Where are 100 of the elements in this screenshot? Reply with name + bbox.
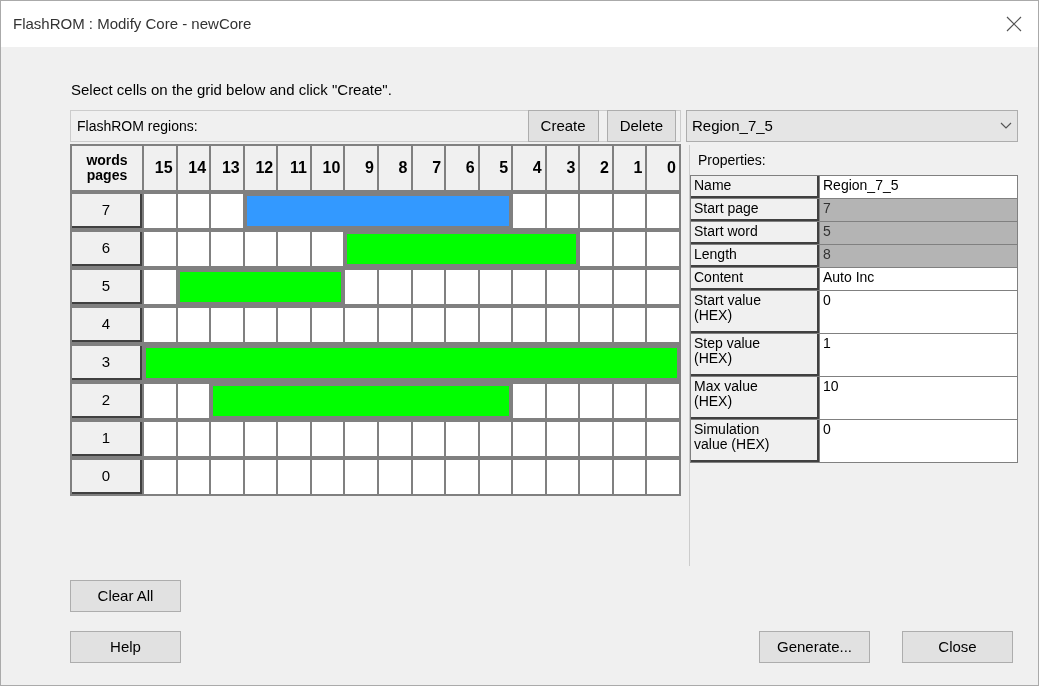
grid-cell[interactable] (177, 194, 210, 228)
grid-cell[interactable] (177, 384, 210, 418)
grid-cell[interactable] (144, 194, 176, 228)
page-row-button[interactable]: 1 (72, 422, 142, 456)
grid-cell[interactable] (244, 232, 277, 266)
grid-cell[interactable] (613, 422, 646, 456)
region-bar-cell[interactable] (179, 272, 212, 302)
grid-cell[interactable] (412, 308, 445, 342)
grid-cell[interactable] (378, 270, 411, 304)
grid-cell[interactable] (278, 460, 310, 494)
grid-cell[interactable] (513, 270, 545, 304)
grid-cell[interactable] (446, 270, 478, 304)
grid-cell[interactable] (378, 422, 411, 456)
grid-cell[interactable] (513, 384, 545, 418)
grid-cell[interactable] (580, 422, 612, 456)
grid-cell[interactable] (177, 308, 210, 342)
page-row-button[interactable]: 6 (72, 232, 142, 266)
grid-cell[interactable] (412, 270, 445, 304)
grid-cell[interactable] (647, 384, 679, 418)
region-bar-cell[interactable] (647, 348, 677, 378)
grid-cell[interactable] (412, 460, 445, 494)
grid-cell[interactable] (144, 270, 176, 304)
grid-cell[interactable] (278, 232, 310, 266)
grid-cell[interactable] (378, 460, 411, 494)
property-value[interactable]: 1 (820, 334, 1017, 376)
grid-cell[interactable] (479, 308, 512, 342)
page-row-button[interactable]: 2 (72, 384, 142, 418)
region-bar-cell[interactable] (146, 348, 178, 378)
grid-cell[interactable] (244, 460, 277, 494)
grid-cell[interactable] (211, 232, 243, 266)
grid-cell[interactable] (479, 422, 512, 456)
grid-cell[interactable] (613, 270, 646, 304)
grid-cell[interactable] (144, 384, 176, 418)
region-bar-cell[interactable] (479, 196, 510, 226)
grid-cell[interactable] (345, 270, 377, 304)
close-icon[interactable] (1006, 16, 1022, 32)
footer-button[interactable]: Close (902, 631, 1013, 663)
grid-cell[interactable] (211, 422, 243, 456)
grid-cell[interactable] (546, 422, 579, 456)
grid-cell[interactable] (513, 460, 545, 494)
grid-cell[interactable] (580, 308, 612, 342)
grid-cell[interactable] (345, 460, 377, 494)
help-button[interactable]: Help (70, 631, 181, 663)
region-bar-cell[interactable] (246, 196, 279, 226)
grid-cell[interactable] (345, 308, 377, 342)
grid-cell[interactable] (647, 460, 679, 494)
grid-cell[interactable] (177, 460, 210, 494)
grid-cell[interactable] (177, 422, 210, 456)
grid-cell[interactable] (446, 308, 478, 342)
grid-cell[interactable] (479, 270, 512, 304)
property-value[interactable]: 0 (820, 420, 1017, 462)
grid-cell[interactable] (211, 308, 243, 342)
grid-cell[interactable] (647, 422, 679, 456)
grid-cell[interactable] (144, 308, 176, 342)
grid-cell[interactable] (613, 460, 646, 494)
region-bar-cell[interactable] (479, 386, 510, 416)
grid-cell[interactable] (546, 384, 579, 418)
property-value[interactable]: 0 (820, 291, 1017, 333)
grid-cell[interactable] (546, 460, 579, 494)
grid-cell[interactable] (278, 308, 310, 342)
grid-cell[interactable] (244, 422, 277, 456)
grid-cell[interactable] (513, 308, 545, 342)
grid-cell[interactable] (412, 422, 445, 456)
grid-cell[interactable] (345, 422, 377, 456)
toolbar-button[interactable]: Create (527, 110, 599, 142)
toolbar-button[interactable]: Delete (606, 110, 676, 142)
grid-cell[interactable] (613, 308, 646, 342)
footer-button[interactable]: Generate... (759, 631, 870, 663)
region-bar-cell[interactable] (213, 386, 245, 416)
grid-cell[interactable] (244, 308, 277, 342)
grid-cell[interactable] (546, 194, 579, 228)
grid-cell[interactable] (613, 384, 646, 418)
grid-cell[interactable] (211, 460, 243, 494)
grid-cell[interactable] (177, 232, 210, 266)
grid-cell[interactable] (580, 194, 612, 228)
grid-cell[interactable] (546, 270, 579, 304)
region-bar-cell[interactable] (347, 234, 379, 264)
grid-cell[interactable] (378, 308, 411, 342)
grid-cell[interactable] (278, 422, 310, 456)
page-row-button[interactable]: 7 (72, 194, 142, 228)
grid-cell[interactable] (580, 384, 612, 418)
grid-cell[interactable] (580, 460, 612, 494)
region-dropdown[interactable]: Region_7_5 (686, 110, 1018, 142)
property-value[interactable]: Region_7_5 (820, 176, 1017, 198)
grid-cell[interactable] (446, 422, 478, 456)
property-value[interactable]: Auto Inc (820, 268, 1017, 290)
grid-cell[interactable] (580, 232, 612, 266)
grid-cell[interactable] (647, 270, 679, 304)
grid-cell[interactable] (144, 460, 176, 494)
grid-cell[interactable] (144, 232, 176, 266)
grid-cell[interactable] (613, 232, 646, 266)
region-bar-cell[interactable] (311, 272, 342, 302)
grid-cell[interactable] (446, 460, 478, 494)
grid-cell[interactable] (311, 308, 344, 342)
property-value[interactable]: 10 (820, 377, 1017, 419)
grid-cell[interactable] (647, 308, 679, 342)
grid-cell[interactable] (144, 422, 176, 456)
grid-cell[interactable] (613, 194, 646, 228)
page-row-button[interactable]: 0 (72, 460, 142, 494)
grid-cell[interactable] (311, 422, 344, 456)
